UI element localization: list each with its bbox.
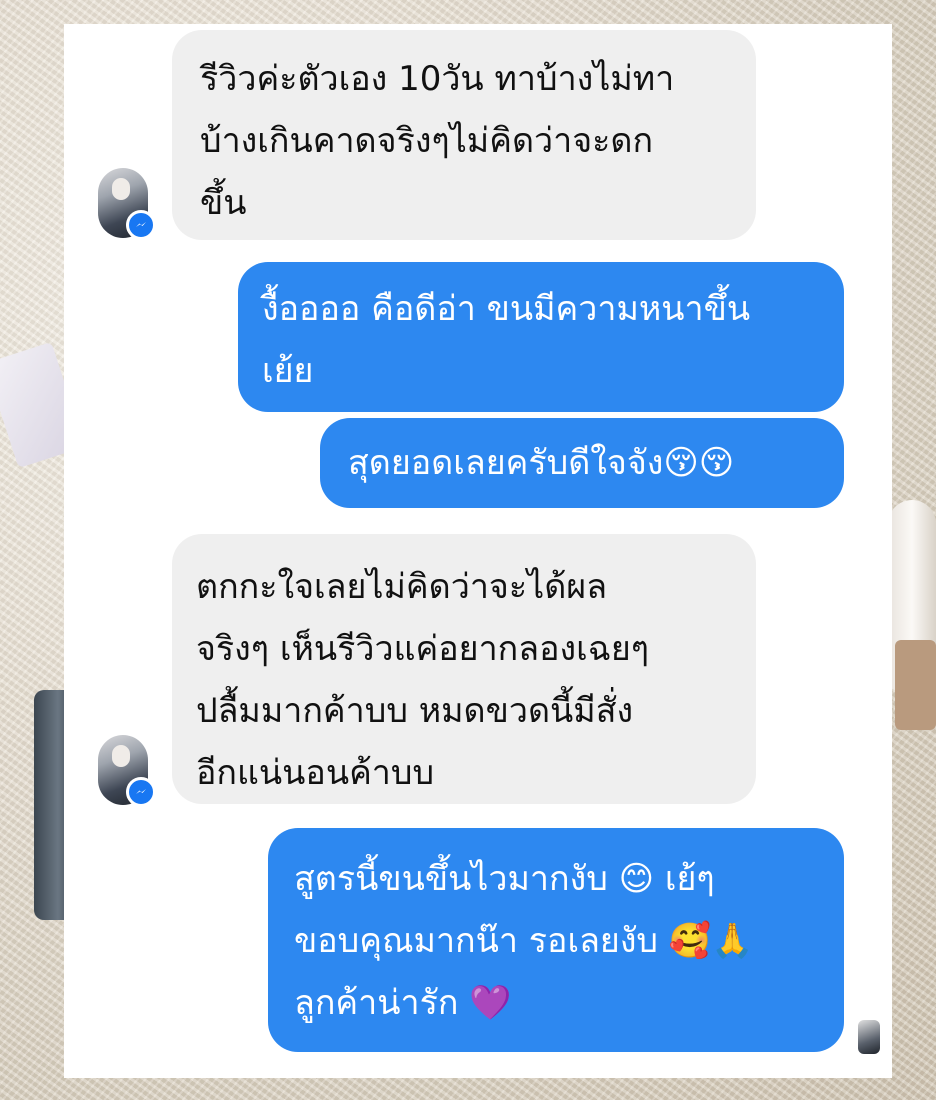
received-message-bubble[interactable]: รีวิวค่ะตัวเอง 10วัน ทาบ้างไม่ทา บ้างเกิ… <box>172 30 756 240</box>
sender-avatar[interactable] <box>98 168 156 240</box>
avatar-face <box>112 745 130 767</box>
sender-avatar[interactable] <box>98 735 156 807</box>
messenger-icon <box>126 210 156 240</box>
avatar-face <box>112 178 130 200</box>
seen-avatar <box>858 1020 880 1054</box>
product-tube-base-prop <box>895 640 936 730</box>
sent-message-bubble[interactable]: สุดยอดเลยครับดีใจจัง😚😚 <box>320 418 844 508</box>
messenger-icon <box>126 777 156 807</box>
received-message-bubble[interactable]: ตกกะใจเลยไม่คิดว่าจะได้ผล จริงๆ เห็นรีวิ… <box>172 534 756 804</box>
sent-message-bubble[interactable]: สูตรนี้ขนขึ้นไวมากงับ 😊 เย้ๆ ขอบคุณมากน๊… <box>268 828 844 1052</box>
sent-message-bubble[interactable]: งื้ออออ คือดีอ่า ขนมีความหนาขึ้น เย้ย <box>238 262 844 412</box>
